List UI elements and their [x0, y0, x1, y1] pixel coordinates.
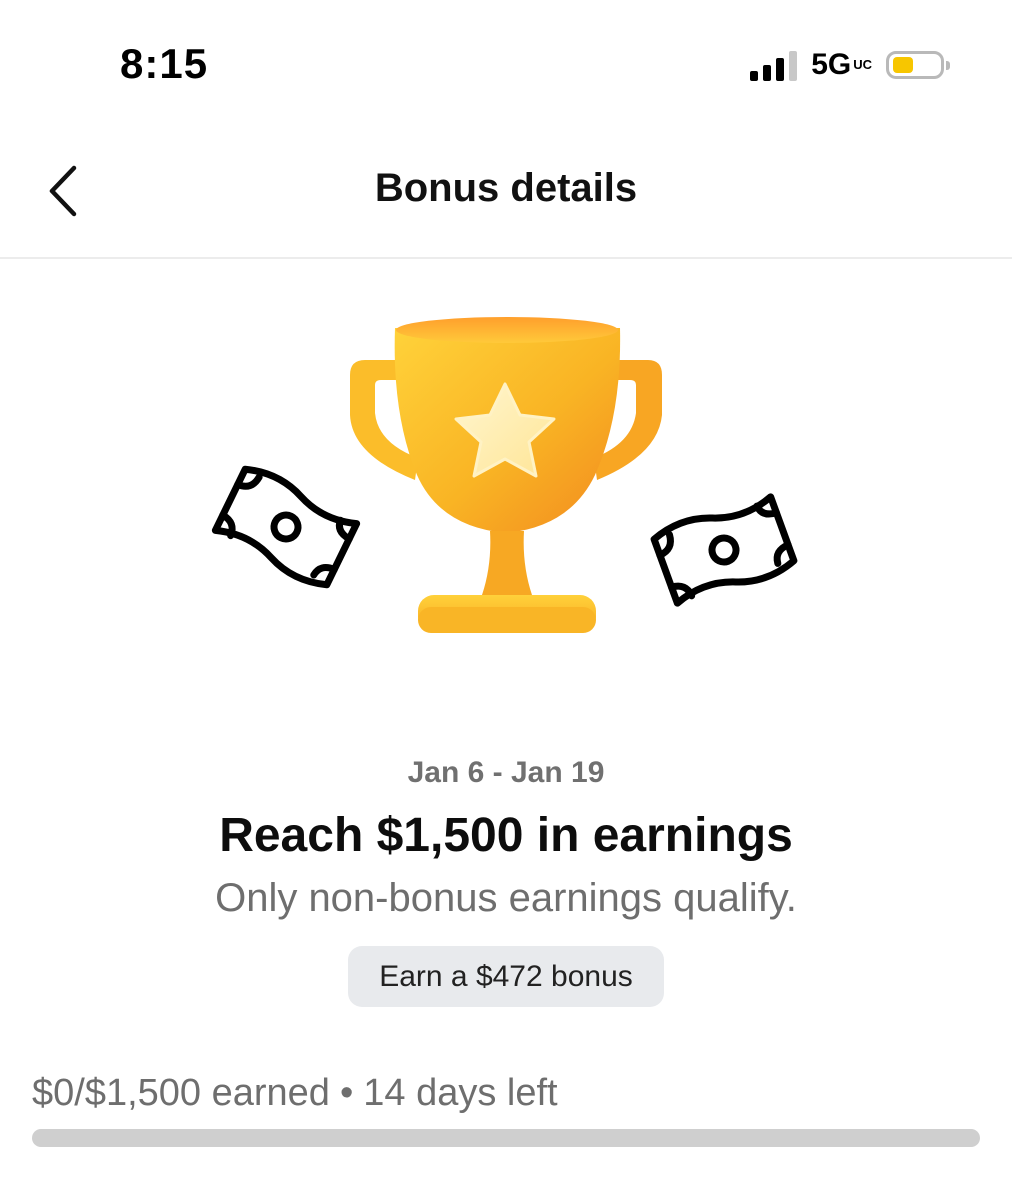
network-indicator: 5G UC — [811, 48, 872, 82]
bonus-amount-label: Earn a $472 bonus — [379, 959, 633, 993]
earned-text: $0/$1,500 earned — [32, 1072, 330, 1114]
trophy-icon — [350, 317, 662, 633]
network-badge: UC — [853, 57, 872, 72]
signal-strength-icon — [750, 49, 798, 81]
days-left-text: 14 days left — [363, 1072, 558, 1114]
bonus-subtext: Only non-bonus earnings qualify. — [215, 876, 797, 920]
status-time: 8:15 — [120, 40, 209, 87]
progress-bar — [32, 1129, 980, 1147]
cash-bill-icon — [211, 465, 361, 589]
cash-bill-icon — [650, 493, 798, 607]
status-bar: 8:15 5G UC — [0, 0, 1012, 130]
progress-label: $0/$1,500 earned • 14 days left — [32, 1072, 558, 1115]
hero-illustration — [200, 295, 812, 665]
nav-bar: Bonus details — [0, 130, 1012, 259]
network-type: 5G — [811, 48, 852, 81]
battery-icon — [886, 51, 950, 79]
separator-dot: • — [339, 1072, 354, 1114]
battery-level — [893, 57, 913, 73]
bonus-amount-badge: Earn a $472 bonus — [348, 946, 664, 1007]
bonus-date-range: Jan 6 - Jan 19 — [407, 756, 605, 789]
bonus-headline: Reach $1,500 in earnings — [219, 809, 793, 862]
status-indicators: 5G UC — [750, 48, 950, 82]
page-title: Bonus details — [374, 166, 638, 210]
